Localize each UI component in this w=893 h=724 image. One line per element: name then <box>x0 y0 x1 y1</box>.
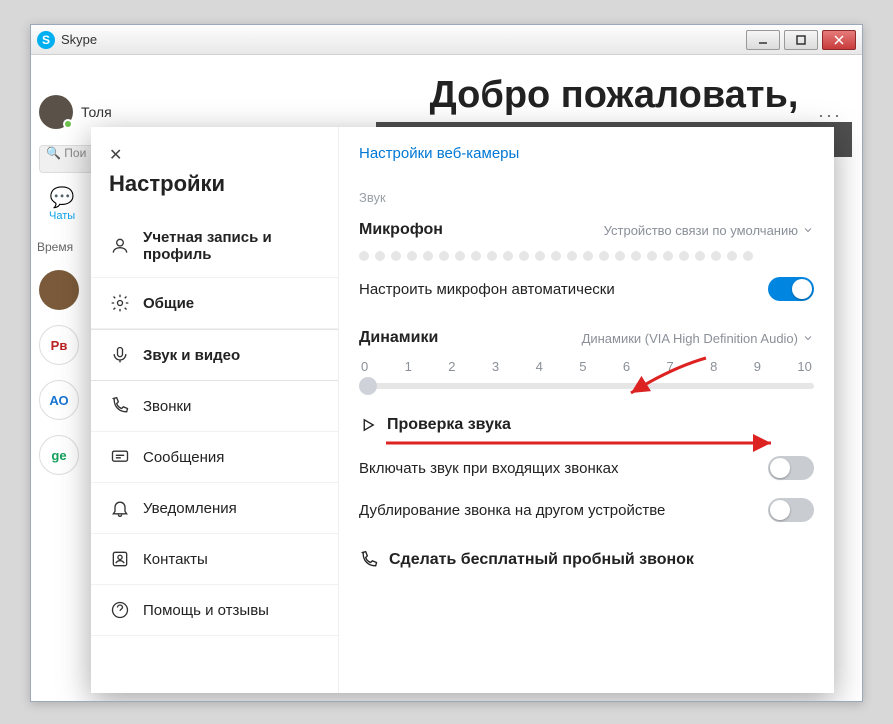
incoming-sound-row: Включать звук при входящих звонках <box>359 456 814 480</box>
free-call-label: Сделать бесплатный пробный звонок <box>389 551 694 569</box>
mark: 3 <box>492 359 499 374</box>
nav-label: Уведомления <box>143 500 237 517</box>
mark: 0 <box>361 359 368 374</box>
speaker-volume-slider[interactable] <box>359 378 814 394</box>
dup-ring-label: Дублирование звонка на другом устройстве <box>359 502 665 519</box>
nav-label: Общие <box>143 295 194 312</box>
mark: 2 <box>448 359 455 374</box>
help-icon <box>109 599 131 621</box>
dup-ring-toggle[interactable] <box>768 498 814 522</box>
phone-icon <box>359 550 379 570</box>
mark: 1 <box>405 359 412 374</box>
free-test-call-button[interactable]: Сделать бесплатный пробный звонок <box>359 550 814 570</box>
gear-icon <box>109 292 131 314</box>
speaker-volume-control: 0 1 2 3 4 5 6 7 8 9 10 <box>359 359 814 394</box>
close-button[interactable] <box>822 30 856 50</box>
nav-label: Звук и видео <box>143 347 240 364</box>
chat-icon: 💬 <box>49 185 75 210</box>
incoming-sound-toggle[interactable] <box>768 456 814 480</box>
more-menu-button[interactable]: ··· <box>818 105 842 126</box>
auto-mic-row: Настроить микрофон автоматически <box>359 277 814 301</box>
nav-contacts[interactable]: Контакты <box>91 534 338 585</box>
contact-avatar-1[interactable] <box>39 270 79 310</box>
window-buttons <box>746 30 856 50</box>
app-window: S Skype Добро пожаловать, Толя ··· 🔍 Пои… <box>30 24 863 702</box>
speakers-label: Динамики <box>359 329 438 347</box>
nav-messages[interactable]: Сообщения <box>91 432 338 483</box>
skype-icon: S <box>37 31 55 49</box>
titlebar: S Skype <box>31 25 862 55</box>
microphone-label: Микрофон <box>359 221 443 239</box>
nav-label: Учетная запись и профиль <box>143 229 320 263</box>
phone-icon <box>109 395 131 417</box>
nav-general[interactable]: Общие <box>91 278 338 329</box>
message-icon <box>109 446 131 468</box>
mark: 4 <box>536 359 543 374</box>
search-placeholder: Пои <box>64 146 86 160</box>
nav-notifications[interactable]: Уведомления <box>91 483 338 534</box>
slider-thumb[interactable] <box>359 377 377 395</box>
settings-nav: Учетная запись и профиль Общие Звук и ви… <box>91 215 338 636</box>
microphone-device: Устройство связи по умолчанию <box>604 223 798 238</box>
minimize-button[interactable] <box>746 30 780 50</box>
speakers-device: Динамики (VIA High Definition Audio) <box>582 331 798 346</box>
sound-section-label: Звук <box>359 190 814 205</box>
app-body: Добро пожаловать, Толя ··· 🔍 Пои 💬 Чаты … <box>31 55 862 701</box>
status-dot <box>63 119 73 129</box>
microphone-row: Микрофон Устройство связи по умолчанию <box>359 221 814 239</box>
person-icon <box>109 235 131 257</box>
window-title: Skype <box>61 32 746 47</box>
settings-title: Настройки <box>91 171 338 215</box>
avatar[interactable] <box>39 95 73 129</box>
mark: 7 <box>666 359 673 374</box>
mark: 8 <box>710 359 717 374</box>
tab-chats[interactable]: 💬 Чаты <box>49 185 75 222</box>
nav-label: Сообщения <box>143 449 224 466</box>
settings-content: Настройки веб-камеры Звук Микрофон Устро… <box>339 127 834 693</box>
incoming-sound-label: Включать звук при входящих звонках <box>359 460 618 477</box>
slider-bar <box>359 383 814 389</box>
mark: 10 <box>797 359 811 374</box>
speakers-device-select[interactable]: Динамики (VIA High Definition Audio) <box>582 331 814 346</box>
auto-mic-toggle[interactable] <box>768 277 814 301</box>
play-icon <box>359 416 377 434</box>
mark: 6 <box>623 359 630 374</box>
nav-label: Помощь и отзывы <box>143 602 269 619</box>
time-label: Время <box>37 240 73 254</box>
settings-sidebar: ✕ Настройки Учетная запись и профиль Общ… <box>91 127 339 693</box>
speakers-row: Динамики Динамики (VIA High Definition A… <box>359 329 814 347</box>
nav-help[interactable]: Помощь и отзывы <box>91 585 338 636</box>
webcam-settings-link[interactable]: Настройки веб-камеры <box>359 145 814 162</box>
maximize-button[interactable] <box>784 30 818 50</box>
close-icon[interactable]: ✕ <box>91 127 338 171</box>
test-sound-button[interactable]: Проверка звука <box>359 416 814 434</box>
profile-row[interactable]: Толя <box>39 95 112 129</box>
contact-avatar-2[interactable]: Рв <box>39 325 79 365</box>
nav-account-profile[interactable]: Учетная запись и профиль <box>91 215 338 278</box>
test-sound-label: Проверка звука <box>387 416 511 434</box>
tab-chats-label: Чаты <box>49 210 75 222</box>
dup-ring-row: Дублирование звонка на другом устройстве <box>359 498 814 522</box>
nav-label: Контакты <box>143 551 208 568</box>
auto-mic-label: Настроить микрофон автоматически <box>359 281 615 298</box>
chevron-down-icon <box>802 224 814 236</box>
settings-modal: ✕ Настройки Учетная запись и профиль Общ… <box>91 127 834 693</box>
bell-icon <box>109 497 131 519</box>
mic-level-meter <box>359 251 814 261</box>
contact-avatar-3[interactable]: АО <box>39 380 79 420</box>
microphone-device-select[interactable]: Устройство связи по умолчанию <box>604 223 814 238</box>
mark: 5 <box>579 359 586 374</box>
mark: 9 <box>754 359 761 374</box>
slider-marks: 0 1 2 3 4 5 6 7 8 9 10 <box>359 359 814 374</box>
nav-calls[interactable]: Звонки <box>91 381 338 432</box>
username: Толя <box>81 104 112 120</box>
chevron-down-icon <box>802 332 814 344</box>
nav-audio-video[interactable]: Звук и видео <box>91 329 338 381</box>
nav-label: Звонки <box>143 398 191 415</box>
contacts-icon <box>109 548 131 570</box>
welcome-title: Добро пожаловать, <box>376 65 852 125</box>
contact-avatar-4[interactable]: ge <box>39 435 79 475</box>
search-input[interactable]: 🔍 Пои <box>39 145 99 173</box>
microphone-icon <box>109 344 131 366</box>
